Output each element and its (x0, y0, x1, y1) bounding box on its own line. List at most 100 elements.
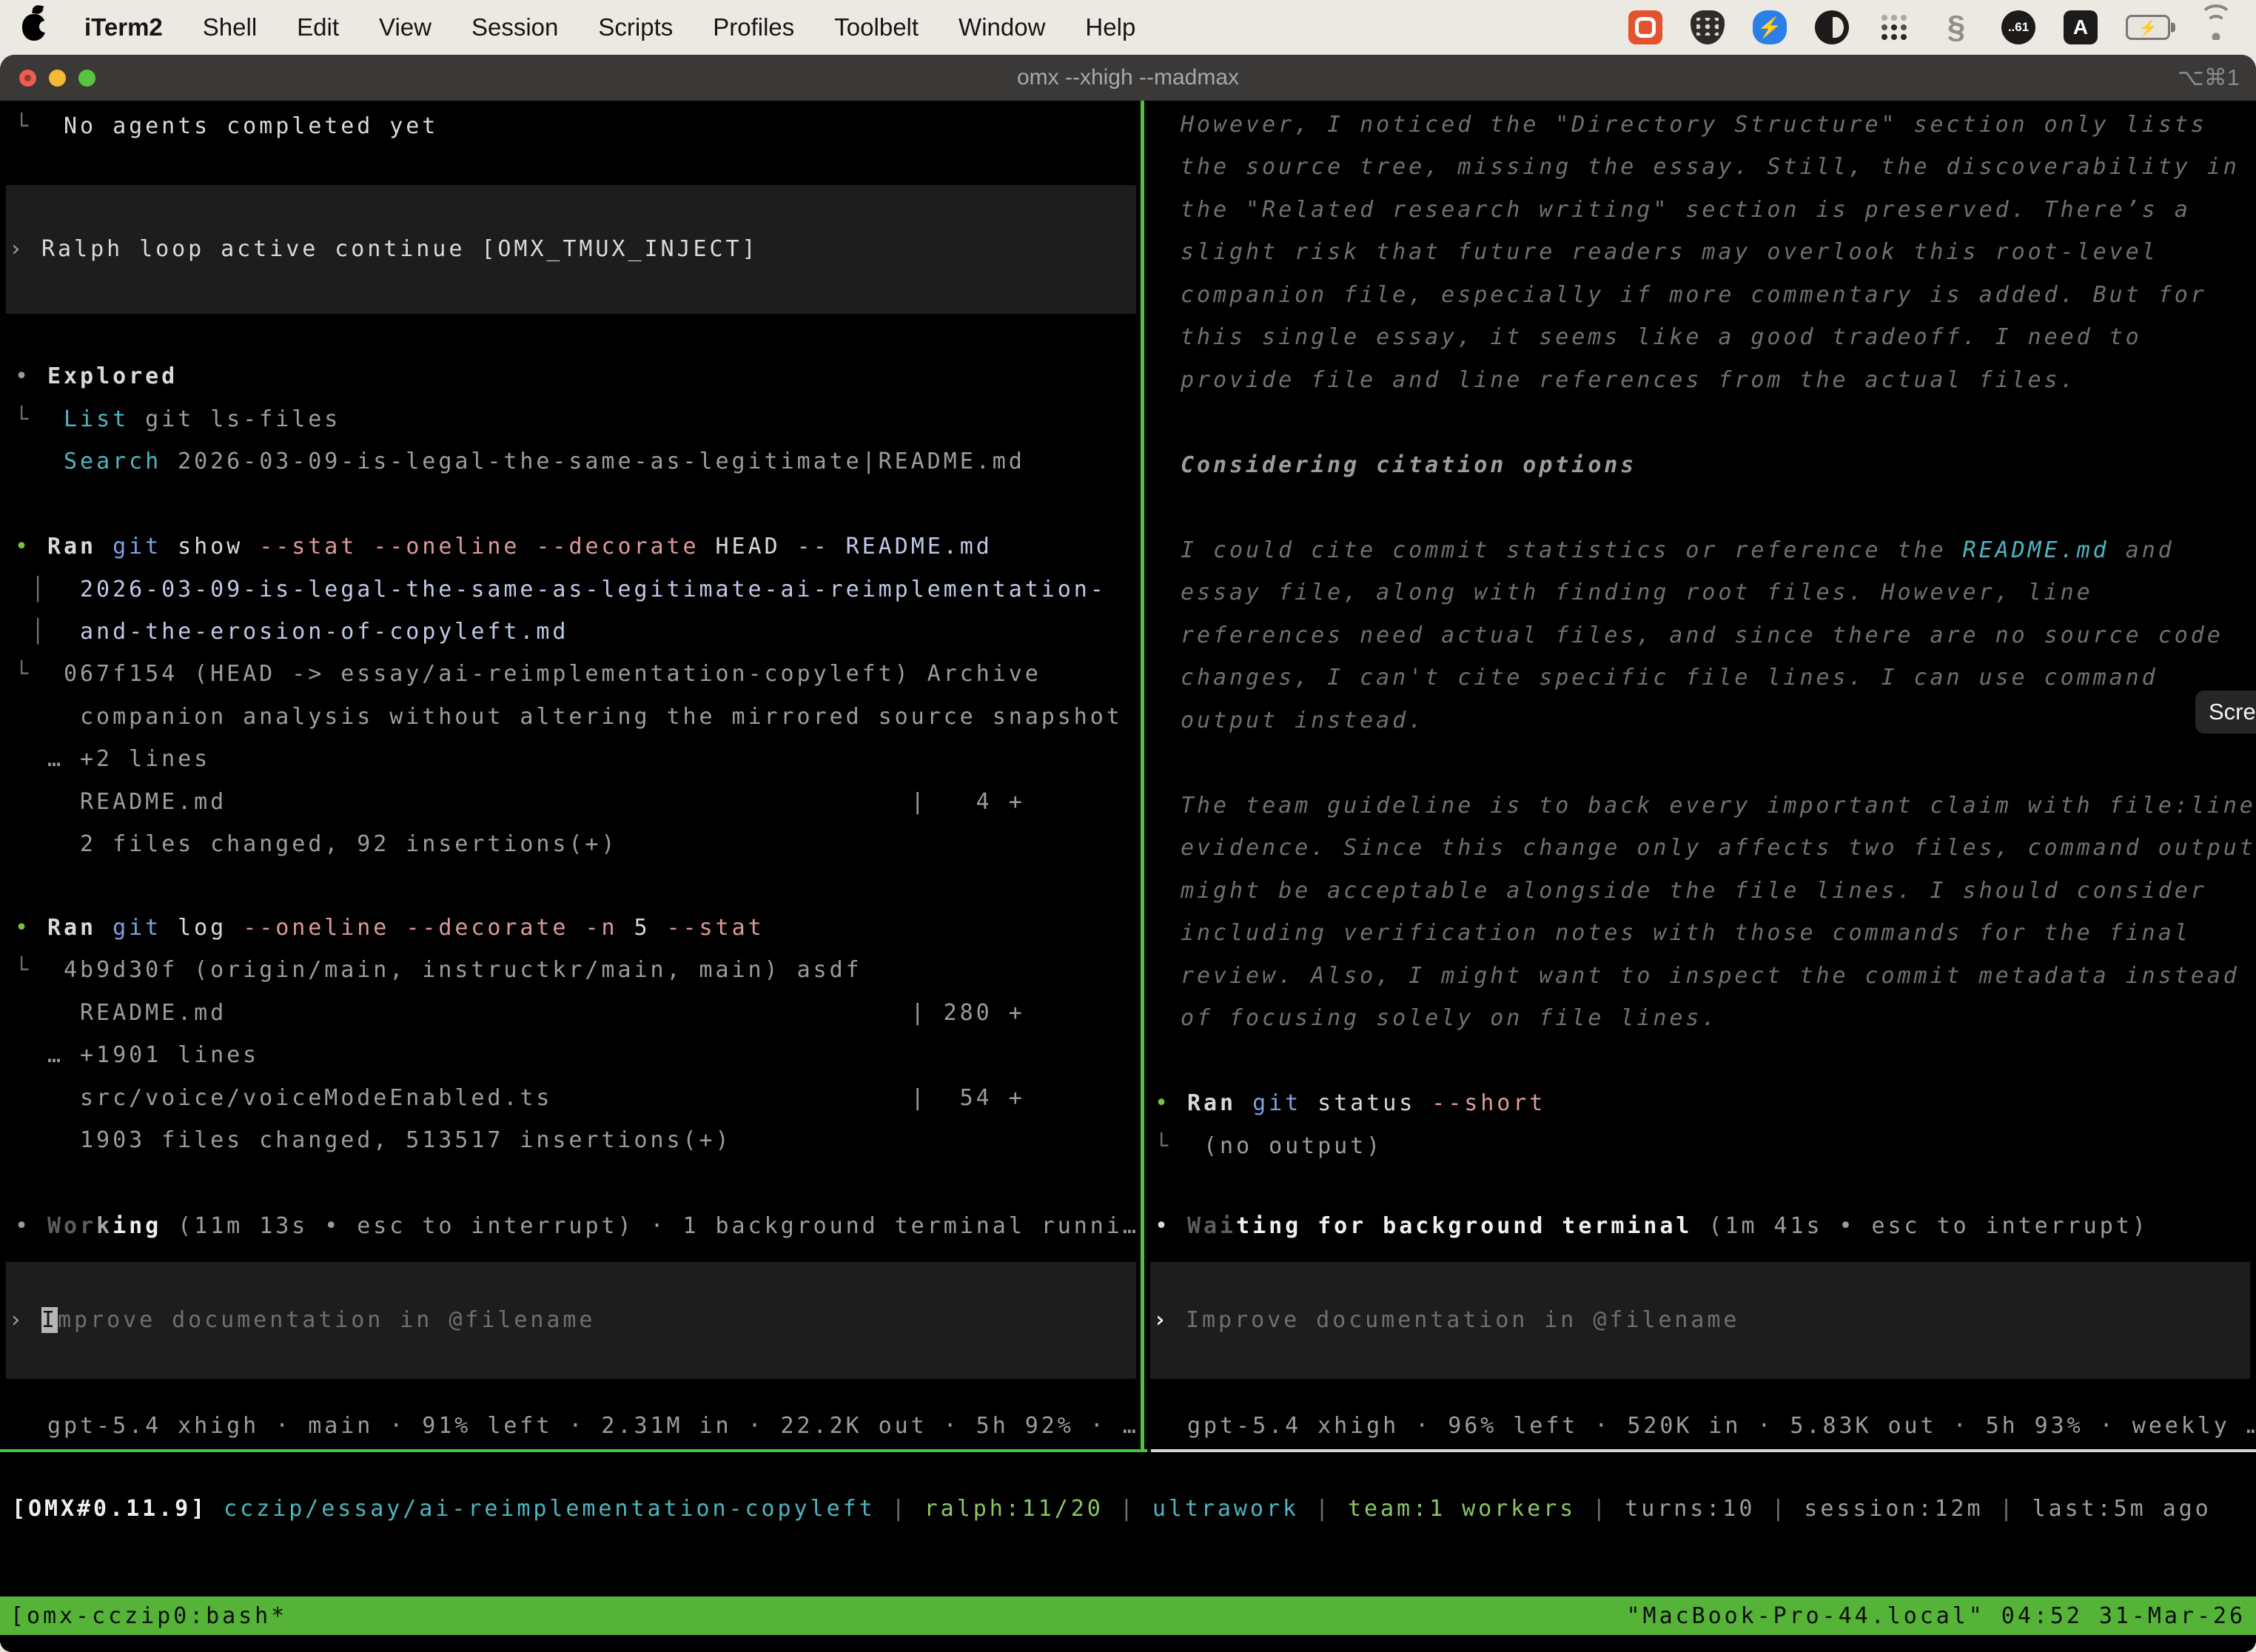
menu-toolbelt[interactable]: Toolbelt (834, 13, 919, 41)
terminal-line: └ List git ls-files (15, 398, 340, 440)
terminal-line: │ 2026-03-09-is-legal-the-same-as-legiti… (15, 568, 1107, 611)
text-segment (207, 1496, 224, 1522)
terminal-line: └ 4b9d30f (origin/main, instructkr/main,… (15, 949, 862, 991)
menu-shell[interactable]: Shell (203, 13, 257, 41)
menu-iterm2[interactable]: iTerm2 (84, 13, 163, 41)
text-segment: of focusing solely on file lines. (1181, 1005, 1718, 1031)
window-title: omx --xhigh --madmax (0, 65, 2256, 90)
text-segment: git ls-files (129, 406, 340, 432)
squiggle-icon[interactable] (1939, 10, 1973, 44)
text-segment (96, 915, 113, 941)
battery-percent-badge-icon[interactable]: ..61 (2001, 10, 2035, 44)
text-segment: ing (113, 1213, 161, 1239)
text-segment: | (1755, 1496, 1804, 1522)
shield-grid-icon[interactable] (1691, 10, 1725, 44)
waiting-status-line: • Waiting for background terminal (1m 41… (1155, 1205, 2149, 1247)
text-segment: Search (64, 449, 161, 474)
text-segment: └ (1155, 1133, 1203, 1159)
text-segment: references need actual files, and since … (1181, 622, 2223, 648)
text-segment: git (113, 534, 161, 560)
menu-scripts[interactable]: Scripts (598, 13, 673, 41)
apple-icon[interactable] (22, 14, 46, 41)
terminal-line: might be acceptable alongside the file l… (1181, 870, 2207, 912)
text-segment: git (113, 915, 161, 941)
menu-window[interactable]: Window (959, 13, 1045, 41)
model-status-line: gpt-5.4 xhigh · 96% left · 520K in · 5.8… (1155, 1405, 2256, 1447)
menu-edit[interactable]: Edit (297, 13, 339, 41)
terminal-line: changes, I can't cite specific file line… (1181, 657, 2158, 699)
text-segment: show (161, 534, 259, 560)
text-segment: slight risk that future readers may over… (1181, 239, 2158, 265)
iterm-window: omx --xhigh --madmax ⌥⌘1 └ No agents com… (0, 55, 2256, 1652)
text-segment: … +1901 lines (15, 1042, 259, 1068)
tmux-status-bar: [omx-cczip0:bash* "MacBook-Pro-44.local"… (0, 1596, 2256, 1635)
text-segment: I could cite commit statistics or refere… (1181, 537, 1963, 563)
terminal-line: README.md | 280 + (15, 992, 1025, 1034)
terminal-line: essay file, along with finding root file… (1181, 571, 2093, 614)
input-source-icon[interactable]: A (2064, 10, 2098, 44)
text-segment: session:12m (1804, 1496, 1983, 1522)
menu-profiles[interactable]: Profiles (713, 13, 794, 41)
text-segment: this single essay, it seems like a good … (1181, 324, 2142, 350)
text-segment: review. Also, I might want to inspect th… (1181, 963, 2240, 989)
text-segment: The team guideline is to back every impo… (1181, 793, 2256, 819)
text-segment: team:1 workers (1348, 1496, 1576, 1522)
text-segment: • (15, 915, 47, 941)
menu-view[interactable]: View (379, 13, 432, 41)
text-segment: | (1299, 1496, 1348, 1522)
text-segment: | (876, 1496, 924, 1522)
text-segment: 067f154 (HEAD -> essay/ai-reimplementati… (64, 661, 1041, 687)
title-bar[interactable]: omx --xhigh --madmax ⌥⌘1 (0, 55, 2256, 101)
camera-shutter-icon[interactable] (1815, 10, 1849, 44)
text-segment: gpt-5.4 xhigh · main · 91% left · 2.31M … (15, 1413, 1139, 1439)
text-segment: List (64, 406, 129, 432)
battery-icon[interactable] (2126, 15, 2170, 40)
inactive-pane-border (1151, 1449, 2256, 1452)
reasoning-paragraph-3: The team guideline is to back every impo… (1181, 785, 2256, 827)
reasoning-paragraph-2: I could cite commit statistics or refere… (1181, 529, 2175, 571)
menu-help[interactable]: Help (1085, 13, 1135, 41)
terminal-line: README.md | 4 + (15, 781, 1025, 823)
text-segment: (11m 13s • esc to interrupt) · 1 backgro… (161, 1213, 1139, 1239)
wifi-icon[interactable] (2198, 15, 2234, 40)
reasoning-paragraph-1: However, I noticed the "Directory Struct… (1181, 104, 2207, 146)
terminal-line: … +2 lines (15, 738, 210, 780)
command-input-line: › Improve documentation in @filename (1153, 1299, 1739, 1341)
text-segment: • (1155, 1213, 1187, 1239)
text-segment: │ (15, 577, 80, 602)
terminal-line: 1903 files changed, 513517 insertions(+) (15, 1119, 732, 1161)
tmux-session-window-label[interactable]: [omx-cczip0:bash* (10, 1603, 287, 1629)
omx-session-status-line: [OMX#0.11.9] cczip/essay/ai-reimplementa… (12, 1488, 2212, 1530)
reasoning-heading: Considering citation options (1181, 444, 1636, 486)
menu-bar: iTerm2 Shell Edit View Session Scripts Profile… (0, 0, 2256, 55)
terminal-line: review. Also, I might want to inspect th… (1181, 955, 2240, 997)
menu-session[interactable]: Session (471, 13, 558, 41)
left-pane[interactable]: └ No agents completed yet› Ralph loop ac… (0, 101, 1141, 1449)
ran-git-status-line: • Ran git status --short (1155, 1082, 1545, 1124)
text-segment: --oneline --decorate (243, 915, 585, 941)
text-segment (15, 449, 64, 474)
text-segment: └ (15, 113, 64, 139)
text-segment: --short (1431, 1090, 1545, 1116)
terminal-line: output instead. (1181, 699, 1425, 742)
text-segment: Explored (47, 363, 178, 389)
text-segment: the "Related research writing" section i… (1181, 197, 2191, 223)
dots-grid-icon[interactable] (1877, 10, 1911, 44)
right-pane[interactable]: However, I noticed the "Directory Struct… (1144, 101, 2256, 1449)
terminal-line: slight risk that future readers may over… (1181, 231, 2158, 273)
text-segment: evidence. Since this change only affects… (1181, 835, 2256, 861)
text-segment: essay file, along with finding root file… (1181, 580, 2093, 605)
terminal-line: companion analysis without altering the … (15, 696, 1123, 738)
active-pane-border (0, 1449, 1147, 1452)
text-segment: No agents completed yet (64, 113, 438, 139)
agents-status-line: └ No agents completed yet (15, 105, 438, 147)
text-segment: Improve documentation in @filename (1186, 1307, 1739, 1333)
terminal-line: companion file, especially if more comme… (1181, 274, 2207, 316)
text-segment: provide file and line references from th… (1181, 367, 2077, 393)
terminal-line: evidence. Since this change only affects… (1181, 827, 2256, 869)
lightning-badge-icon[interactable] (1753, 10, 1787, 44)
text-segment: cczip/essay/ai-reimplementation-copyleft (224, 1496, 875, 1522)
chat-bubble-icon[interactable] (1628, 10, 1662, 44)
text-segment: changes, I can't cite specific file line… (1181, 665, 2158, 691)
text-segment: • (15, 534, 47, 560)
